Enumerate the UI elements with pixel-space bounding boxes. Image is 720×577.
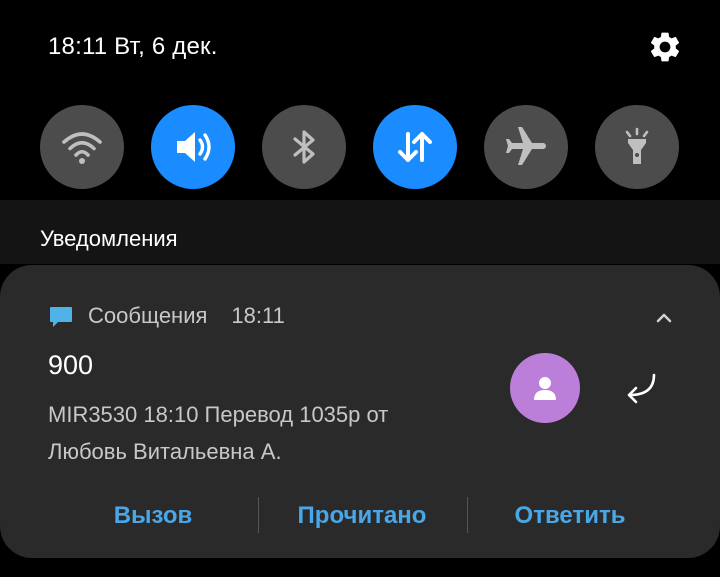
message-bubble-icon xyxy=(50,307,72,327)
status-bar: 18:11 Вт, 6 дек. xyxy=(0,0,720,95)
message-body: MIR3530 18:10 Перевод 1035р от Любовь Ви… xyxy=(48,396,488,470)
quick-settings-row xyxy=(0,105,720,195)
flashlight-toggle[interactable] xyxy=(595,105,679,189)
settings-button[interactable] xyxy=(644,26,686,68)
sound-toggle[interactable] xyxy=(151,105,235,189)
volume-icon xyxy=(177,132,211,162)
gear-icon xyxy=(650,32,680,62)
reply-arrow-icon xyxy=(627,373,656,404)
date-time: 18:11 Вт, 6 дек. xyxy=(48,33,218,60)
messages-app-icon xyxy=(48,303,74,329)
mark-read-button[interactable]: Прочитано xyxy=(276,493,448,539)
wifi-icon xyxy=(62,132,102,164)
notification-shade: 18:11 Вт, 6 дек. Уведомления Сообщения 1… xyxy=(0,0,720,577)
action-divider xyxy=(467,497,468,533)
contact-avatar xyxy=(510,353,580,423)
data-transfer-icon xyxy=(398,132,432,162)
app-name: Сообщения xyxy=(88,303,208,328)
sender-name: 900 xyxy=(48,350,94,380)
bluetooth-toggle[interactable] xyxy=(262,105,346,189)
message-line-1: MIR3530 18:10 Перевод 1035р от xyxy=(48,402,389,427)
flashlight-icon xyxy=(625,127,649,164)
message-line-2: Любовь Витальевна А. xyxy=(48,439,282,464)
person-icon xyxy=(534,377,556,400)
wifi-toggle[interactable] xyxy=(40,105,124,189)
airplane-icon xyxy=(506,127,546,165)
notification-actions: Вызов Прочитано Ответить xyxy=(0,493,720,539)
collapse-button[interactable] xyxy=(648,304,680,332)
mobile-data-toggle[interactable] xyxy=(373,105,457,189)
chevron-up-icon xyxy=(656,313,672,323)
notification-app-row: Сообщения 18:11 xyxy=(48,301,285,331)
airplane-mode-toggle[interactable] xyxy=(484,105,568,189)
call-button[interactable]: Вызов xyxy=(80,493,226,539)
bluetooth-icon xyxy=(293,130,315,164)
notification-time: 18:11 xyxy=(231,303,285,328)
action-divider xyxy=(258,497,259,533)
reply-button[interactable]: Ответить xyxy=(494,493,646,539)
notifications-section-title: Уведомления xyxy=(40,226,178,251)
inline-reply-button[interactable] xyxy=(615,366,665,412)
